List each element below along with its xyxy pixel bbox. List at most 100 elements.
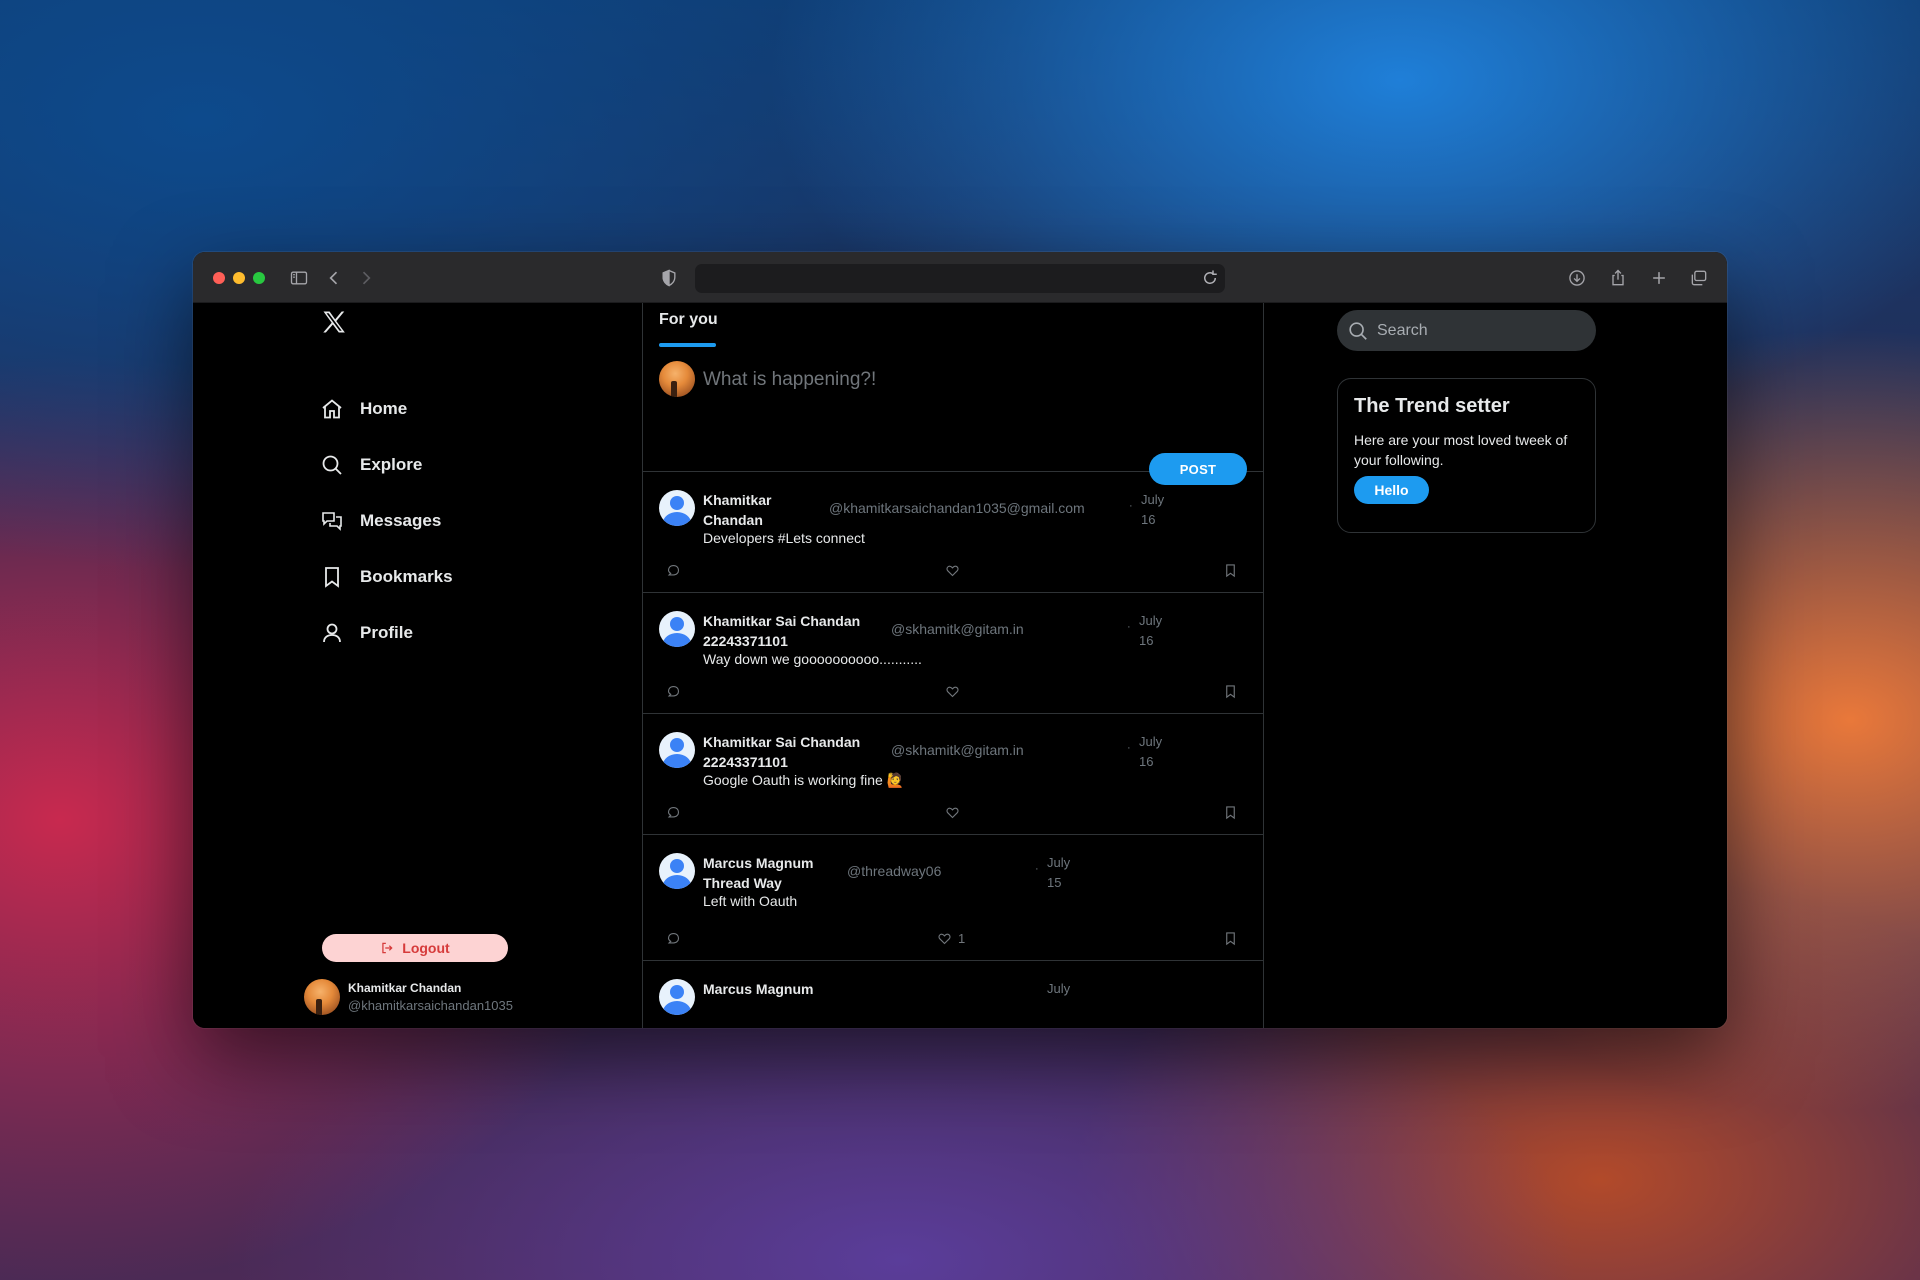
heart-icon — [946, 686, 959, 698]
sidebar-nav: Home Explore Messages Bookmarks Profile — [320, 381, 453, 661]
tweet-author-name[interactable]: Khamitkar Sai Chandan 22243371101 — [703, 611, 873, 651]
search-box[interactable] — [1337, 310, 1596, 351]
tweet-date: July — [1047, 981, 1071, 996]
logout-label: Logout — [402, 940, 450, 956]
heart-icon — [938, 933, 951, 945]
hello-button[interactable]: Hello — [1354, 476, 1429, 504]
maximize-window-button[interactable] — [253, 272, 265, 284]
tweet-date: July 16 — [1141, 492, 1165, 527]
avatar — [659, 853, 695, 889]
sidebar-item-bookmarks[interactable]: Bookmarks — [320, 549, 453, 605]
tweet[interactable]: Marcus Magnum Thread Way @threadway06 · … — [643, 835, 1263, 961]
logout-button[interactable]: Logout — [322, 934, 508, 962]
tweet-actions — [643, 684, 1263, 702]
tweet-date: July 16 — [1139, 613, 1163, 648]
tweet[interactable]: Khamitkar Sai Chandan 22243371101 @skham… — [643, 593, 1263, 714]
tweet-author-handle[interactable]: @threadway06 — [847, 863, 941, 879]
bookmark-button[interactable] — [1223, 805, 1238, 820]
reply-button[interactable] — [666, 684, 681, 699]
tweet-author-handle[interactable]: @skhamitk@gitam.in — [891, 742, 1024, 758]
like-button[interactable] — [945, 684, 966, 699]
profile-icon — [323, 623, 341, 643]
sidebar-toggle-icon[interactable] — [287, 266, 311, 290]
avatar — [659, 979, 695, 1015]
search-icon — [322, 455, 342, 475]
compose-box: POST — [643, 347, 1263, 485]
window-controls — [213, 272, 265, 284]
tweet-actions — [643, 563, 1263, 581]
share-icon[interactable] — [1606, 266, 1630, 290]
separator: · — [1127, 621, 1131, 633]
tweet-author-name[interactable]: Marcus Magnum Thread Way — [703, 853, 833, 893]
sidebar-item-messages[interactable]: Messages — [320, 493, 453, 549]
trend-title: The Trend setter — [1354, 395, 1510, 417]
avatar — [659, 361, 695, 397]
close-window-button[interactable] — [213, 272, 225, 284]
like-button[interactable]: 1 — [937, 931, 965, 946]
reload-icon[interactable] — [1201, 269, 1219, 287]
tweet-actions: 1 — [643, 931, 1263, 949]
tweet-text: Left with Oauth — [703, 893, 798, 909]
bookmark-icon — [1226, 685, 1235, 699]
tweet[interactable]: Khamitkar Sai Chandan 22243371101 @skham… — [643, 714, 1263, 835]
like-button[interactable] — [945, 805, 966, 820]
heart-icon — [946, 807, 959, 819]
bookmark-icon — [1226, 564, 1235, 578]
sidebar-item-explore[interactable]: Explore — [320, 437, 453, 493]
tweet-author-name[interactable]: Marcus Magnum — [703, 979, 833, 999]
avatar — [659, 732, 695, 768]
sidebar-item-profile[interactable]: Profile — [320, 605, 453, 661]
tweet[interactable]: Marcus Magnum July — [643, 961, 1263, 1028]
reply-button[interactable] — [666, 563, 681, 578]
tweet-author-handle[interactable]: @skhamitk@gitam.in — [891, 621, 1024, 637]
feed-column: For you POST Khamitkar Chandan @khamitka… — [642, 303, 1264, 1028]
tweet-author-name[interactable]: Khamitkar Chandan — [703, 490, 793, 530]
downloads-icon[interactable] — [1565, 266, 1589, 290]
avatar — [659, 490, 695, 526]
tab-for-you[interactable]: For you — [659, 311, 718, 329]
sidebar-item-label: Messages — [360, 511, 442, 530]
separator: · — [1129, 500, 1133, 512]
trend-setter-card: The Trend setter Here are your most love… — [1337, 378, 1596, 533]
trend-description: Here are your most loved tweek of your f… — [1354, 432, 1568, 468]
bookmark-button[interactable] — [1223, 563, 1238, 578]
reply-button[interactable] — [666, 805, 681, 820]
tab-overview-icon[interactable] — [1687, 266, 1711, 290]
browser-window: Home Explore Messages Bookmarks Profile … — [193, 252, 1727, 1028]
heart-icon — [946, 565, 959, 577]
tweet-text: Way down we goooooooooo........... — [703, 651, 922, 667]
back-icon[interactable] — [322, 266, 346, 290]
minimize-window-button[interactable] — [233, 272, 245, 284]
avatar — [304, 979, 340, 1015]
logout-icon — [382, 942, 393, 954]
search-input[interactable] — [1377, 321, 1577, 340]
tweet-actions — [643, 805, 1263, 823]
bookmark-button[interactable] — [1223, 931, 1238, 946]
tweet-author-name[interactable]: Khamitkar Sai Chandan 22243371101 — [703, 732, 873, 772]
sidebar-item-label: Profile — [360, 623, 413, 642]
forward-icon[interactable] — [354, 266, 378, 290]
sidebar-item-label: Bookmarks — [360, 567, 453, 586]
bookmark-icon — [1226, 806, 1235, 820]
reply-icon — [667, 932, 680, 944]
separator: · — [1127, 742, 1131, 754]
sidebar-item-home[interactable]: Home — [320, 381, 453, 437]
messages-icon — [322, 512, 342, 531]
current-user-card[interactable]: Khamitkar Chandan @khamitkarsaichandan10… — [304, 979, 513, 1015]
like-button[interactable] — [945, 563, 966, 578]
reply-button[interactable] — [666, 931, 681, 946]
search-icon — [1349, 321, 1367, 340]
privacy-shield-icon[interactable] — [657, 266, 681, 290]
new-tab-icon[interactable] — [1647, 266, 1671, 290]
user-name: Khamitkar Chandan — [348, 981, 462, 995]
tweet-author-handle[interactable]: @khamitkarsaichandan1035@gmail.com — [829, 500, 1085, 516]
sidebar-item-label: Home — [360, 399, 408, 418]
compose-input[interactable] — [703, 369, 1183, 391]
browser-titlebar — [193, 252, 1727, 303]
reply-icon — [667, 685, 680, 697]
x-logo-icon[interactable] — [320, 308, 348, 336]
bookmark-button[interactable] — [1223, 684, 1238, 699]
tweet[interactable]: Khamitkar Chandan @khamitkarsaichandan10… — [643, 472, 1263, 593]
address-bar[interactable] — [695, 264, 1225, 293]
bookmark-icon — [1226, 932, 1235, 946]
